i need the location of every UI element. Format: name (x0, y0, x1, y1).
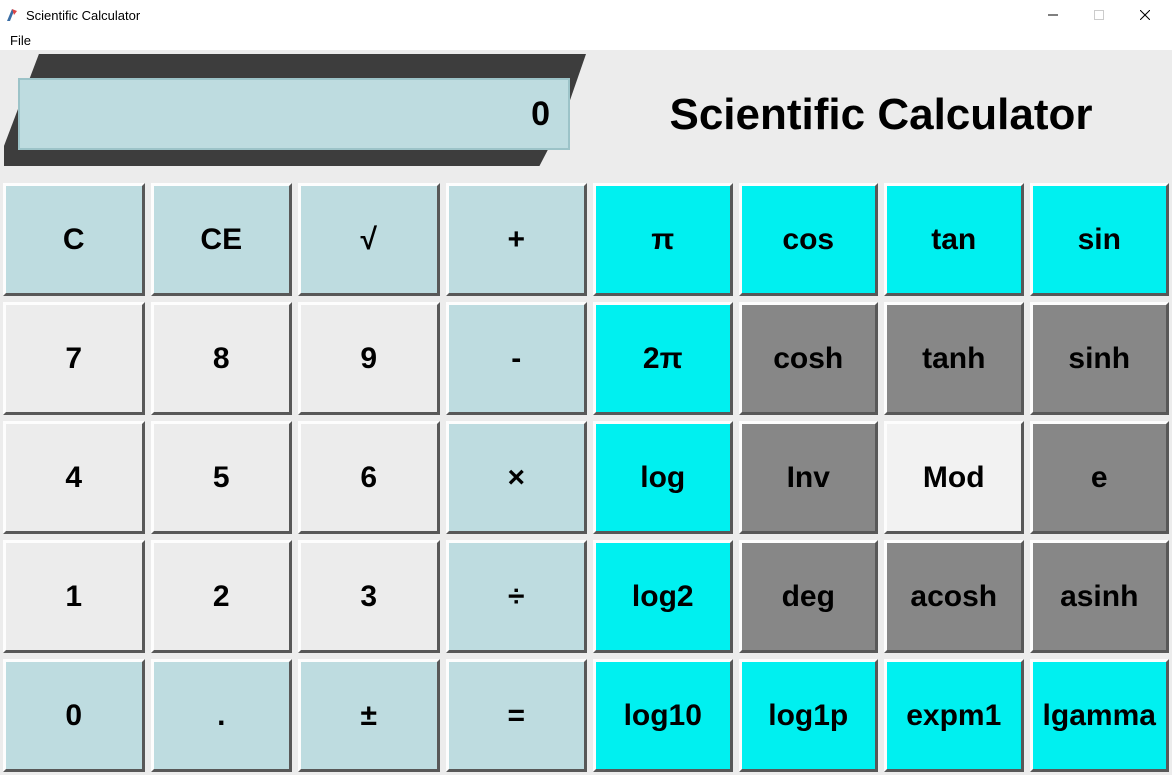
sinh-button[interactable]: sinh (1030, 302, 1170, 415)
cosh-button[interactable]: cosh (739, 302, 879, 415)
log1p-button[interactable]: log1p (739, 659, 879, 772)
equals-button[interactable]: = (446, 659, 588, 772)
cos-button[interactable]: cos (739, 183, 879, 296)
pi-button[interactable]: π (593, 183, 733, 296)
clear-entry-button[interactable]: CE (151, 183, 293, 296)
lgamma-button[interactable]: lgamma (1030, 659, 1170, 772)
app-feather-icon (4, 7, 20, 23)
digit-4-button[interactable]: 4 (3, 421, 145, 534)
digit-3-button[interactable]: 3 (298, 540, 440, 653)
subtract-button[interactable]: - (446, 302, 588, 415)
log-button[interactable]: log (593, 421, 733, 534)
digit-2-button[interactable]: 2 (151, 540, 293, 653)
asinh-button[interactable]: asinh (1030, 540, 1170, 653)
negate-button[interactable]: ± (298, 659, 440, 772)
digit-6-button[interactable]: 6 (298, 421, 440, 534)
page-title: Scientific Calculator (590, 50, 1172, 180)
button-grid: C CE √ + π cos tan sin 7 8 9 - 2π cosh t… (0, 180, 1172, 775)
window-controls (1030, 0, 1168, 30)
inv-button[interactable]: Inv (739, 421, 879, 534)
display-output: 0 (18, 78, 570, 150)
close-button[interactable] (1122, 0, 1168, 30)
window-title: Scientific Calculator (26, 8, 140, 23)
acosh-button[interactable]: acosh (884, 540, 1024, 653)
digit-5-button[interactable]: 5 (151, 421, 293, 534)
minimize-button[interactable] (1030, 0, 1076, 30)
sin-button[interactable]: sin (1030, 183, 1170, 296)
expm1-button[interactable]: expm1 (884, 659, 1024, 772)
add-button[interactable]: + (446, 183, 588, 296)
clear-button[interactable]: C (3, 183, 145, 296)
tan-button[interactable]: tan (884, 183, 1024, 296)
digit-9-button[interactable]: 9 (298, 302, 440, 415)
sqrt-button[interactable]: √ (298, 183, 440, 296)
digit-8-button[interactable]: 8 (151, 302, 293, 415)
window-titlebar: Scientific Calculator (0, 0, 1172, 30)
log10-button[interactable]: log10 (593, 659, 733, 772)
divide-button[interactable]: ÷ (446, 540, 588, 653)
digit-7-button[interactable]: 7 (3, 302, 145, 415)
mod-button[interactable]: Mod (884, 421, 1024, 534)
multiply-button[interactable]: × (446, 421, 588, 534)
decimal-button[interactable]: . (151, 659, 293, 772)
maximize-button[interactable] (1076, 0, 1122, 30)
calculator-app: 0 Scientific Calculator C CE √ + π cos t… (0, 50, 1172, 775)
menubar: File (0, 30, 1172, 50)
log2-button[interactable]: log2 (593, 540, 733, 653)
e-button[interactable]: e (1030, 421, 1170, 534)
two-pi-button[interactable]: 2π (593, 302, 733, 415)
deg-button[interactable]: deg (739, 540, 879, 653)
tanh-button[interactable]: tanh (884, 302, 1024, 415)
digit-0-button[interactable]: 0 (3, 659, 145, 772)
digit-1-button[interactable]: 1 (3, 540, 145, 653)
menu-file[interactable]: File (6, 33, 35, 48)
display-panel: 0 (0, 50, 590, 180)
